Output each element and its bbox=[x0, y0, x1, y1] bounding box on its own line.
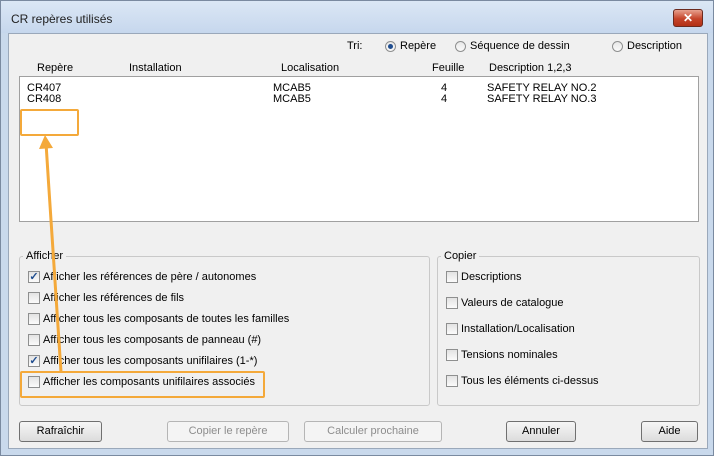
annotation-arrow bbox=[39, 135, 63, 373]
dialog-window: CR repères utilisés ✕ Tri: Repère Séquen… bbox=[0, 0, 714, 456]
arrow-shaft bbox=[44, 142, 63, 373]
arrow-head bbox=[39, 135, 53, 149]
